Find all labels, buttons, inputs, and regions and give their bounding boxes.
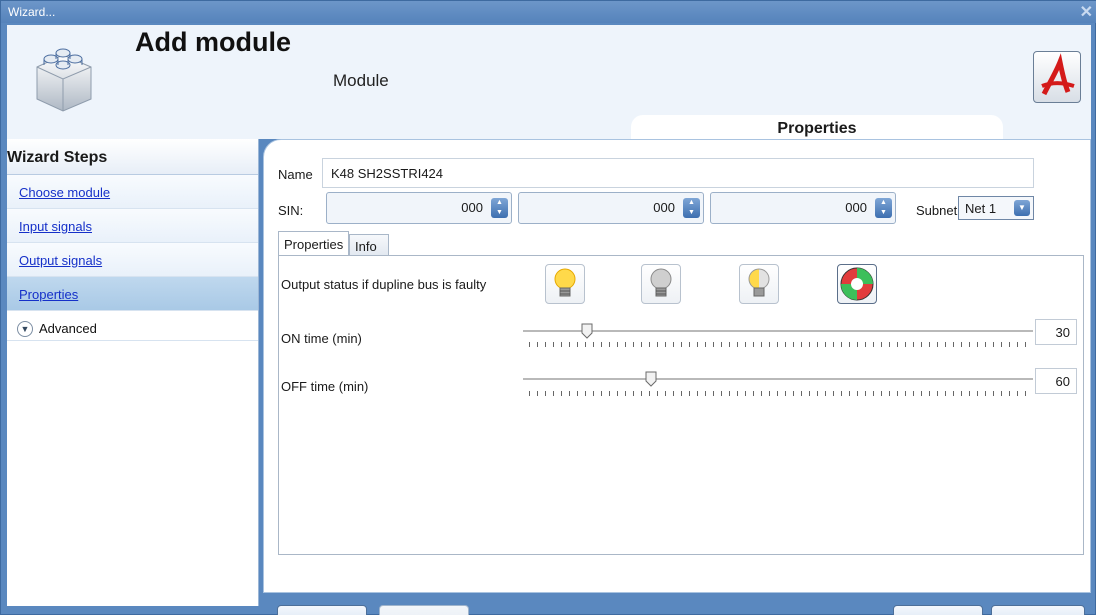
tab-properties[interactable]: Properties xyxy=(278,231,349,256)
sin-label: SIN: xyxy=(278,203,304,218)
off-time-ticks xyxy=(529,391,1029,396)
sin-field-1[interactable]: 000 ▲ ▼ xyxy=(326,192,512,224)
confirm-button[interactable]: Confirm xyxy=(991,605,1085,615)
cancel-button[interactable]: Cancel xyxy=(893,605,983,615)
title-bar: Wizard... ✕ xyxy=(1,1,1096,23)
on-time-track[interactable] xyxy=(523,330,1033,332)
wizard-steps-sidebar: Wizard Steps Choose module Input signals… xyxy=(7,139,259,606)
on-time-label: ON time (min) xyxy=(281,331,362,346)
sidebar-item-advanced[interactable]: ▼ Advanced xyxy=(7,311,258,341)
on-time-value[interactable]: 30 xyxy=(1035,319,1077,345)
sin-value-2: 000 xyxy=(653,200,675,215)
page-subtitle: Module xyxy=(333,71,389,90)
header-tab-properties[interactable]: Properties xyxy=(631,115,1003,141)
chevron-down-icon[interactable]: ▼ xyxy=(1014,200,1030,216)
main-content: Name K48 SH2SSTRI424 SIN: 000 ▲ ▼ 000 ▲ ▼ … xyxy=(263,139,1091,593)
off-time-slider-thumb[interactable] xyxy=(645,371,657,387)
bulb-on-icon[interactable] xyxy=(545,264,585,304)
subnet-value: Net 1 xyxy=(965,201,997,216)
no-change-icon[interactable] xyxy=(837,264,877,304)
spinner-icon[interactable]: ▲ ▼ xyxy=(491,198,508,218)
back-button[interactable]: <<< xyxy=(277,605,367,615)
next-button[interactable]: >>> xyxy=(379,605,469,615)
page-title: Add module xyxy=(135,27,291,57)
subnet-label: Subnet xyxy=(916,203,958,218)
properties-panel: Output status if dupline bus is faulty O… xyxy=(278,255,1084,555)
off-time-value[interactable]: 60 xyxy=(1035,368,1077,394)
on-time-ticks xyxy=(529,342,1029,347)
name-label: Name xyxy=(278,167,313,182)
sin-value-1: 000 xyxy=(461,200,483,215)
name-field[interactable]: K48 SH2SSTRI424 xyxy=(322,158,1034,188)
spinner-icon[interactable]: ▲ ▼ xyxy=(683,198,700,218)
pdf-button[interactable] xyxy=(1033,51,1081,103)
on-time-slider-thumb[interactable] xyxy=(581,323,593,339)
pdf-icon xyxy=(1041,53,1075,96)
advanced-label: Advanced xyxy=(39,321,97,336)
sidebar-item-input-signals[interactable]: Input signals xyxy=(7,209,258,243)
sin-field-2[interactable]: 000 ▲ ▼ xyxy=(518,192,704,224)
bulb-half-icon[interactable] xyxy=(739,264,779,304)
chevron-down-icon: ▼ xyxy=(17,320,33,337)
wizard-window: Wizard... ✕ Add module Module Properties… xyxy=(0,0,1096,615)
off-time-track[interactable] xyxy=(523,378,1033,380)
header-panel: Add module Module Properties xyxy=(7,25,1091,141)
output-status-label: Output status if dupline bus is faulty xyxy=(281,277,487,292)
bulb-off-icon[interactable] xyxy=(641,264,681,304)
subnet-select[interactable]: Net 1 ▼ xyxy=(958,196,1034,220)
window-title: Wizard... xyxy=(8,5,56,19)
sidebar-item-output-signals[interactable]: Output signals xyxy=(7,243,258,277)
wizard-steps-heading: Wizard Steps xyxy=(7,139,258,175)
module-block-icon xyxy=(23,33,103,113)
close-icon[interactable]: ✕ xyxy=(1080,2,1093,22)
sin-value-3: 000 xyxy=(845,200,867,215)
off-time-label: OFF time (min) xyxy=(281,379,369,394)
sin-field-3[interactable]: 000 ▲ ▼ xyxy=(710,192,896,224)
sidebar-item-choose-module[interactable]: Choose module xyxy=(7,175,258,209)
tab-info[interactable]: Info xyxy=(349,234,389,256)
sidebar-item-properties[interactable]: Properties xyxy=(7,277,258,311)
spinner-icon[interactable]: ▲ ▼ xyxy=(875,198,892,218)
